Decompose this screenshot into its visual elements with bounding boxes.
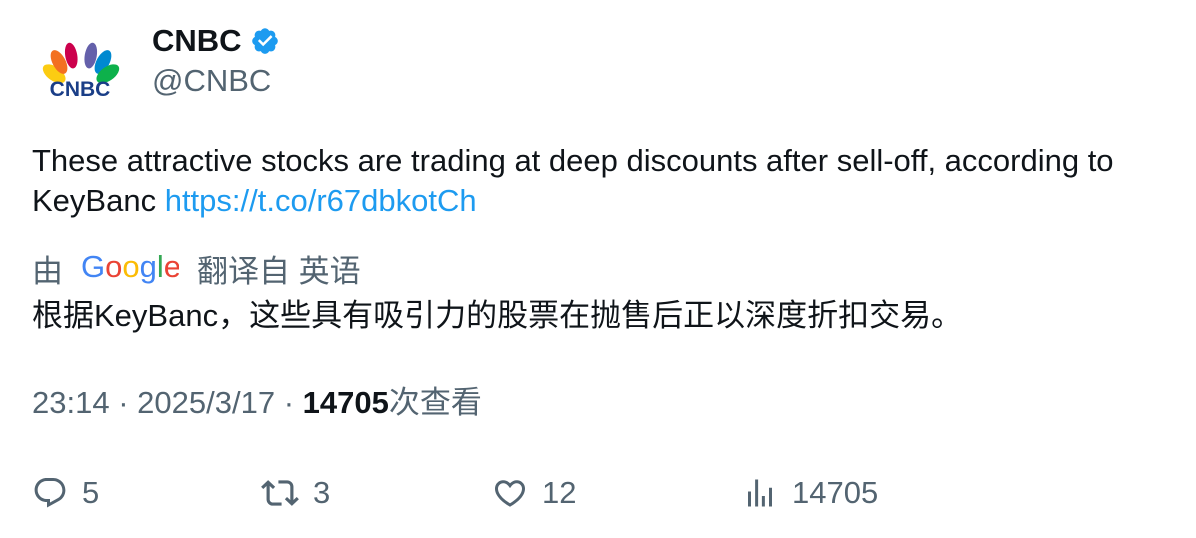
avatar-wordmark: CNBC <box>50 78 111 101</box>
tweet-link[interactable]: https://t.co/r67dbkotCh <box>165 183 477 218</box>
views-icon <box>748 479 772 507</box>
reply-count: 5 <box>82 475 100 510</box>
tweet-text: These attractive stocks are trading at d… <box>32 141 1172 221</box>
views-button[interactable]: 14705 <box>742 471 878 515</box>
google-logo-icon[interactable]: Google <box>81 251 179 285</box>
translated-from-label[interactable]: 翻译自 英语 <box>197 246 361 291</box>
views-count: 14705 <box>302 385 389 420</box>
reply-icon <box>34 478 66 508</box>
author-handle[interactable]: @CNBC <box>152 63 271 99</box>
verified-badge-icon <box>251 28 278 54</box>
avatar[interactable]: CNBC <box>32 26 132 126</box>
tweet-meta: 23:14 · 2025/3/17 · 14705次查看 <box>32 383 482 423</box>
retweet-count: 3 <box>313 475 331 510</box>
google-wordmark: Google <box>81 251 179 284</box>
reply-button[interactable]: 5 <box>32 471 99 515</box>
display-name-text: CNBC <box>152 23 242 58</box>
tweet-date[interactable]: 2025/3/17 <box>137 385 275 420</box>
meta-separator: · <box>118 385 129 420</box>
author-display-name[interactable]: CNBC <box>152 22 280 60</box>
meta-separator: · <box>283 385 295 420</box>
tweet-time[interactable]: 23:14 <box>32 385 110 420</box>
cnbc-peacock-logo: CNBC <box>32 26 132 126</box>
translated-by-label: 由 <box>32 253 63 289</box>
like-icon <box>494 480 526 507</box>
retweet-button[interactable]: 3 <box>261 471 330 515</box>
translation-attribution: 由 Google 翻译自 英语 <box>32 246 361 290</box>
views-action-count: 14705 <box>792 475 879 510</box>
translated-text: 根据KeyBanc，这些具有吸引力的股票在抛售后正以深度折扣交易。 <box>32 298 963 333</box>
like-count: 12 <box>542 475 577 510</box>
views-label: 次查看 <box>388 385 482 420</box>
like-button[interactable]: 12 <box>492 471 576 515</box>
retweet-icon <box>261 480 299 506</box>
